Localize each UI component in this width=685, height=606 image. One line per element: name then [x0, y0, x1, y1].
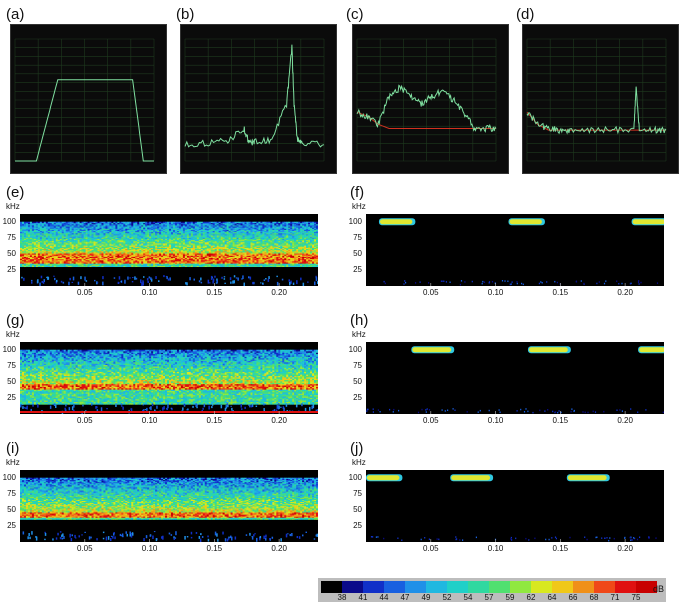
spectrum-plot-d [522, 24, 679, 174]
panel-label-i: (i) [6, 440, 20, 457]
spectrum-plot-a [10, 24, 167, 174]
spectrum-plot-b [180, 24, 337, 174]
y-tick-label: 50 [7, 248, 16, 258]
panel-label-j: (j) [350, 440, 364, 457]
y-tick-label: 100 [2, 216, 16, 226]
y-unit-label: kHz [6, 202, 20, 211]
panel-label-e: (e) [6, 184, 25, 201]
panel-label-c: (c) [346, 6, 364, 23]
spectrum-plot-c [352, 24, 509, 174]
spectrum-svg-d [526, 38, 667, 162]
panel-label-g: (g) [6, 312, 25, 329]
spectrum-svg-b [184, 38, 325, 162]
panel-label-a: (a) [6, 6, 25, 23]
spectrum-svg-c [356, 38, 497, 162]
panel-label-h: (h) [350, 312, 369, 329]
panel-label-f: (f) [350, 184, 365, 201]
panel-label-b: (b) [176, 6, 195, 23]
y-tick-label: 75 [7, 232, 16, 242]
panel-label-d: (d) [516, 6, 535, 23]
y-tick-label: 25 [7, 264, 16, 274]
spectrum-svg-a [14, 38, 155, 162]
spectrogram-canvas [20, 214, 318, 286]
